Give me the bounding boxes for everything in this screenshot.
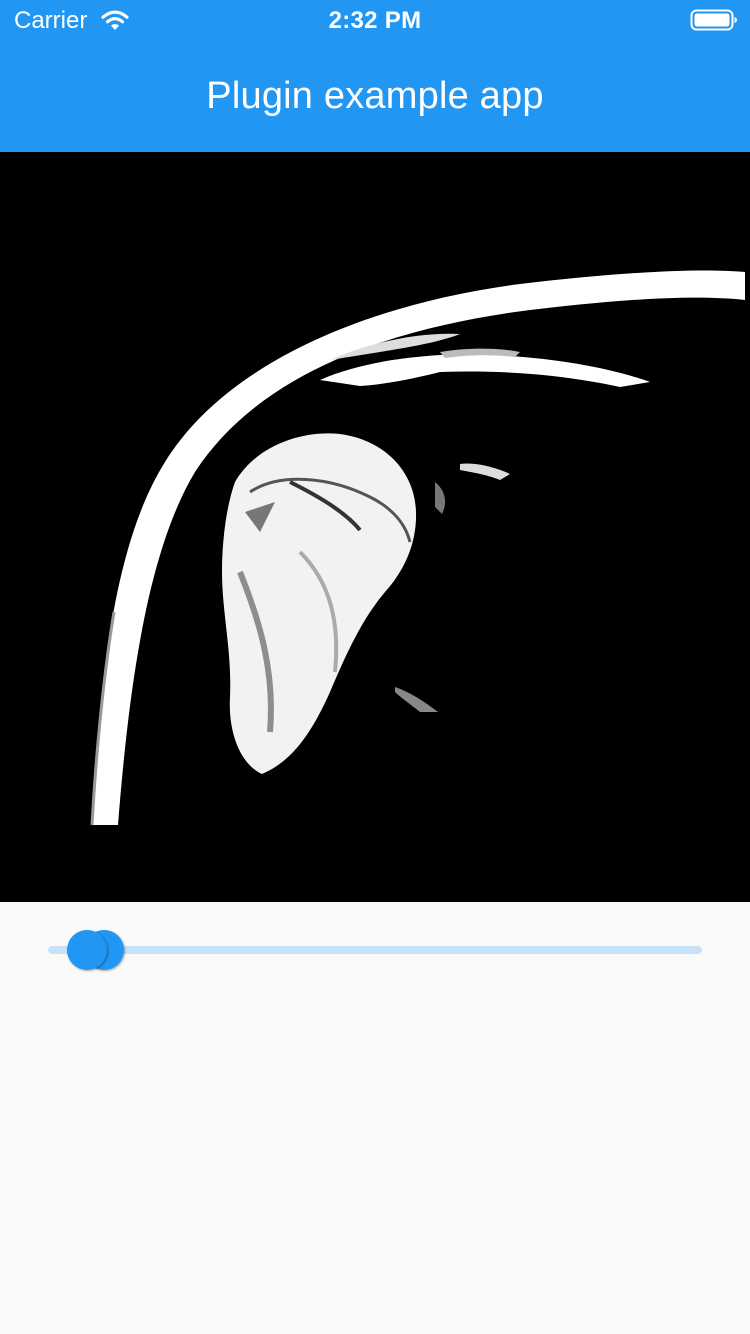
page-title: Plugin example app <box>206 75 544 117</box>
range-slider[interactable] <box>30 920 720 980</box>
slider-track[interactable] <box>48 946 702 954</box>
slider-thumb-start[interactable] <box>67 930 108 970</box>
status-time: 2:32 PM <box>328 7 422 34</box>
mri-image-viewer[interactable] <box>0 152 750 902</box>
app-bar: Carrier 2:32 PM Plugin example app <box>0 0 750 152</box>
mri-image <box>0 152 750 902</box>
battery-icon <box>690 8 738 37</box>
status-bar: Carrier 2:32 PM <box>0 0 750 40</box>
